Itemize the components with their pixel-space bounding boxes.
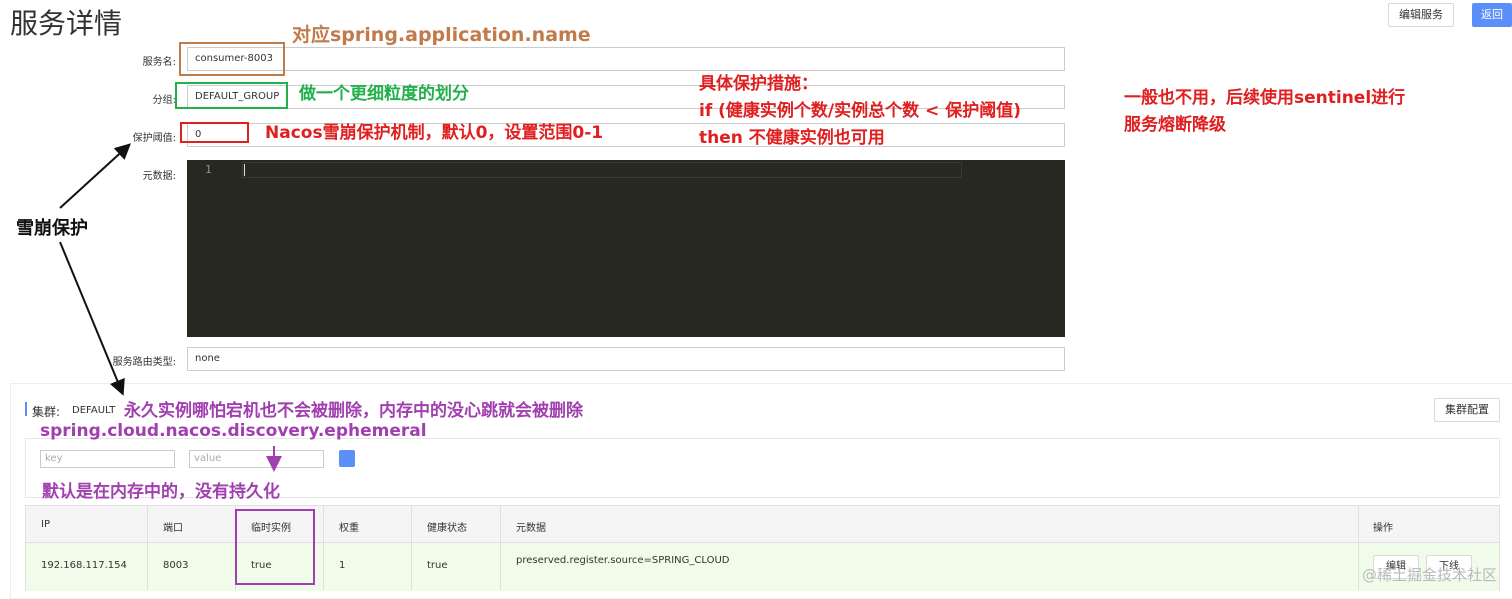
arrow-to-cluster	[59, 241, 125, 396]
annotation-arrows	[59, 143, 282, 472]
watermark: @稀土掘金技术社区	[1361, 566, 1497, 584]
arrow-to-threshold	[59, 143, 131, 209]
